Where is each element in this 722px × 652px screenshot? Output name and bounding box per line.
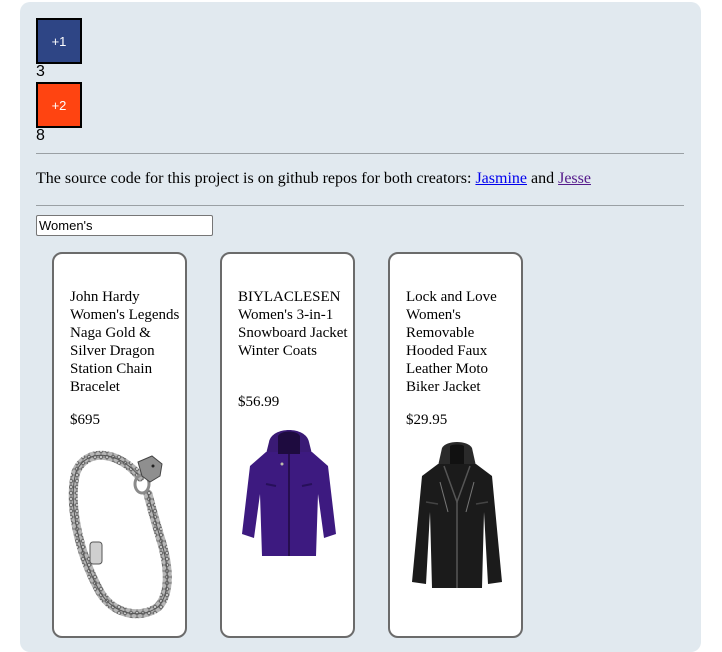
product-price: $695	[70, 412, 100, 428]
counter-two-value: 8	[36, 127, 45, 144]
bracelet-image	[68, 450, 172, 619]
increment-one-button[interactable]: +1	[36, 18, 82, 64]
black-leather-jacket-image	[412, 442, 502, 588]
product-title: John Hardy Women's Legends Naga Gold & S…	[70, 289, 180, 395]
jesse-link[interactable]: Jesse	[558, 170, 591, 187]
product-title: Lock and Love Women's Removable Hooded F…	[406, 289, 497, 395]
increment-two-button[interactable]: +2	[36, 82, 82, 128]
source-text: The source code for this project is on g…	[36, 170, 476, 187]
product-card[interactable]: Lock and Love Women's Removable Hooded F…	[388, 252, 523, 638]
divider	[36, 153, 684, 154]
source-joiner: and	[526, 170, 559, 187]
product-title: BIYLACLESEN Women's 3-in-1 Snowboard Jac…	[238, 289, 348, 359]
product-card[interactable]: John Hardy Women's Legends Naga Gold & S…	[52, 252, 187, 638]
product-price: $29.95	[406, 412, 448, 428]
divider	[36, 205, 684, 206]
search-input[interactable]	[36, 215, 213, 236]
product-card[interactable]: BIYLACLESEN Women's 3-in-1 Snowboard Jac…	[220, 252, 355, 638]
purple-jacket-image	[242, 430, 336, 556]
product-price: $56.99	[238, 394, 280, 410]
jasmine-link[interactable]: Jasmine	[475, 170, 527, 187]
counter-one-value: 3	[36, 63, 45, 80]
source-code-note: The source code for this project is on g…	[36, 170, 591, 188]
